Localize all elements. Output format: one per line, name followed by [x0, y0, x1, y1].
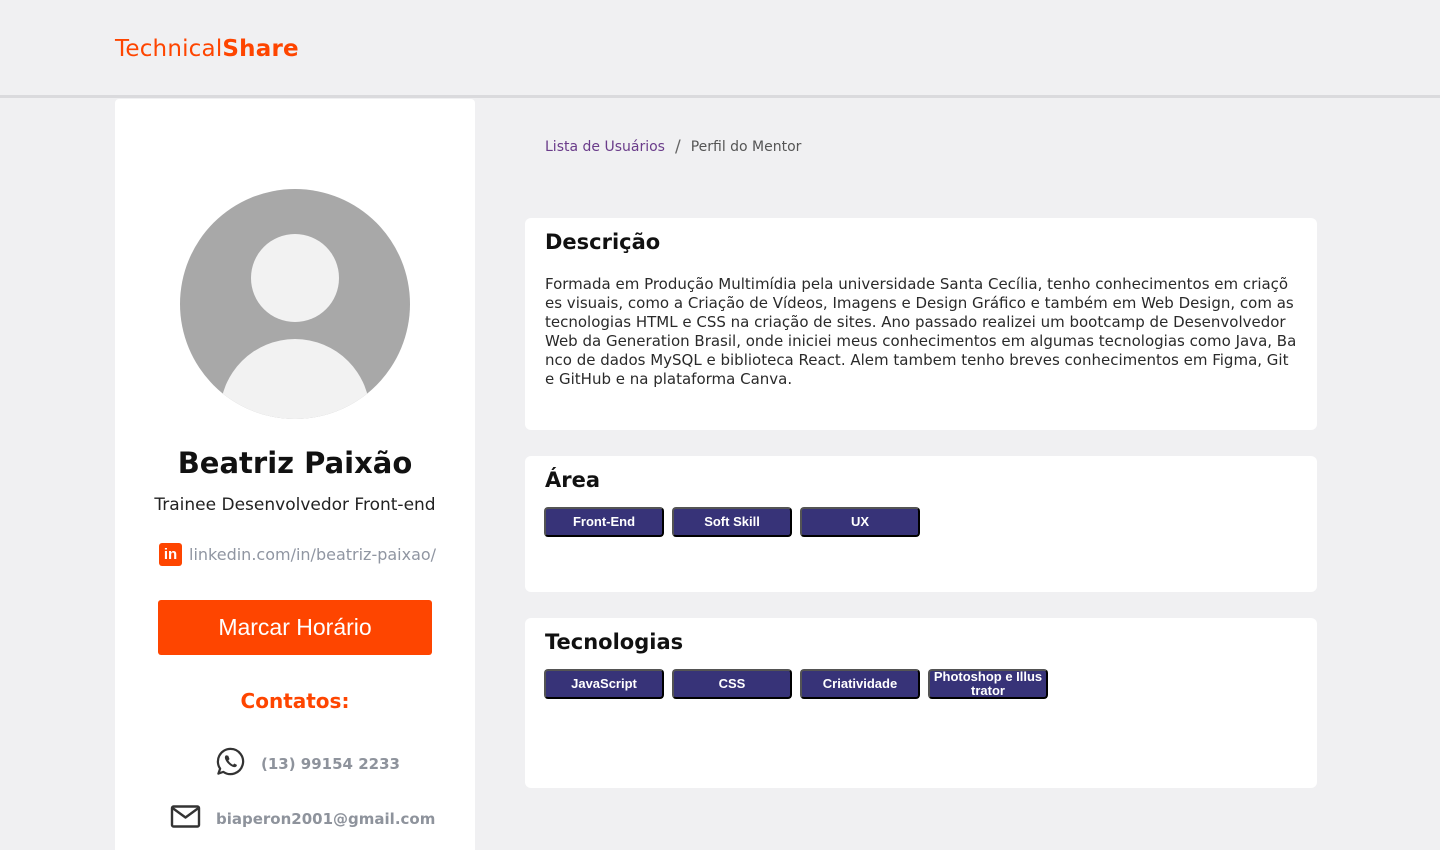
area-tag[interactable]: Front-End: [544, 507, 664, 537]
email-address: biaperon2001@gmail.com: [216, 809, 436, 828]
schedule-button[interactable]: Marcar Horário: [158, 600, 432, 655]
phone-contact[interactable]: (13) 99154 2233: [215, 746, 400, 781]
description-card: Descrição Formada em Produção Multimídia…: [525, 218, 1317, 430]
whatsapp-icon: [215, 746, 246, 781]
area-title: Área: [545, 468, 601, 492]
technology-tag[interactable]: JavaScript: [544, 669, 664, 699]
technology-tag[interactable]: Criatividade: [800, 669, 920, 699]
breadcrumb: Lista de Usuários / Perfil do Mentor: [545, 137, 801, 157]
avatar-head-shape: [251, 234, 339, 322]
mail-icon: [170, 803, 201, 834]
technologies-title: Tecnologias: [545, 630, 684, 654]
area-tag[interactable]: Soft Skill: [672, 507, 792, 537]
logo-text-bold: Share: [222, 36, 299, 62]
technology-tag[interactable]: Photoshop e Illustrator: [928, 669, 1048, 699]
avatar: [180, 189, 410, 419]
technology-tags: JavaScript CSS Criatividade Photoshop e …: [544, 669, 1048, 699]
site-logo[interactable]: TechnicalShare: [115, 36, 299, 62]
area-tag[interactable]: UX: [800, 507, 920, 537]
email-contact[interactable]: biaperon2001@gmail.com: [170, 803, 435, 834]
logo-text-regular: Technical: [115, 36, 223, 62]
description-title: Descrição: [545, 230, 661, 254]
breadcrumb-user-list[interactable]: Lista de Usuários: [545, 139, 665, 155]
area-card: Área Front-End Soft Skill UX: [525, 456, 1317, 592]
profile-name: Beatriz Paixão: [177, 446, 413, 480]
area-tags: Front-End Soft Skill UX: [544, 507, 920, 537]
profile-role: Trainee Desenvolvedor Front-end: [154, 495, 436, 515]
profile-sidebar: Beatriz Paixão Trainee Desenvolvedor Fro…: [115, 99, 475, 850]
phone-number: (13) 99154 2233: [261, 754, 400, 773]
breadcrumb-current: Perfil do Mentor: [690, 139, 802, 155]
technologies-card: Tecnologias JavaScript CSS Criatividade …: [525, 618, 1317, 788]
technology-tag[interactable]: CSS: [672, 669, 792, 699]
description-text: Formada em Produção Multimídia pela univ…: [545, 275, 1297, 388]
contacts-title: Contatos:: [240, 689, 350, 713]
linkedin-link[interactable]: in linkedin.com/in/beatriz-paixao/: [159, 542, 436, 566]
avatar-body-shape: [220, 339, 370, 419]
linkedin-url: linkedin.com/in/beatriz-paixao/: [189, 544, 437, 564]
top-header: TechnicalShare: [0, 0, 1440, 98]
linkedin-icon: in: [159, 542, 182, 566]
breadcrumb-separator: /: [674, 137, 681, 157]
